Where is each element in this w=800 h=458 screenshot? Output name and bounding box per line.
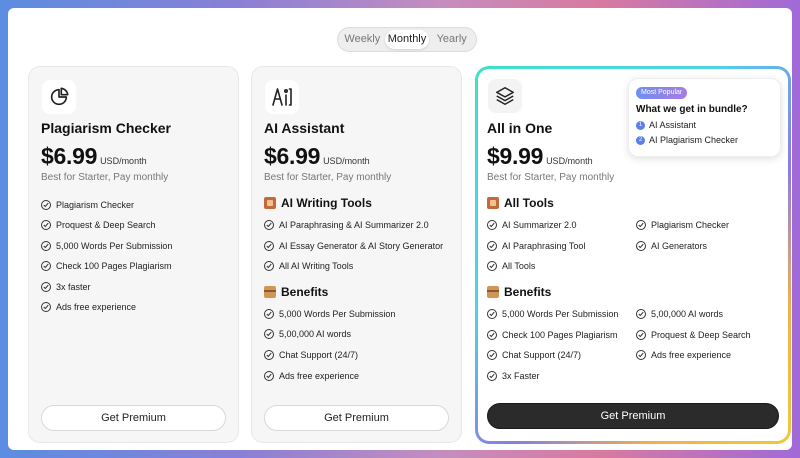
check-circle-icon — [487, 261, 497, 271]
layers-icon — [488, 79, 522, 113]
billing-period-toggle: Weekly Monthly Yearly — [337, 27, 477, 52]
bundle-title: What we get in bundle? — [636, 104, 748, 115]
period-monthly[interactable]: Monthly — [384, 30, 430, 49]
feature-item: Ads free experience — [264, 371, 359, 381]
plan-card-all-in-one-border: All in One $9.99 USD/month Best for Star… — [475, 66, 791, 444]
check-circle-icon — [636, 330, 646, 340]
pie-chart-icon — [42, 80, 76, 114]
get-premium-button[interactable]: Get Premium — [41, 405, 226, 431]
feature-item: 5,000 Words Per Submission — [264, 309, 395, 319]
price-unit: USD/month — [100, 156, 147, 166]
plan-subtitle: Best for Starter, Pay monthly — [41, 172, 169, 183]
feature-item: 5,000 Words Per Submission — [41, 241, 172, 251]
plan-subtitle: Best for Starter, Pay monthly — [487, 172, 615, 183]
bundle-item: 2 AI Plagiarism Checker — [636, 135, 738, 145]
feature-item: 5,000 Words Per Submission — [487, 309, 618, 319]
price-unit: USD/month — [546, 156, 593, 166]
bundle-item: 1 AI Assistant — [636, 120, 696, 130]
section-heading: Benefits — [264, 285, 328, 299]
feature-item: AI Paraphrasing Tool — [487, 241, 585, 251]
plan-card-plagiarism-checker: Plagiarism Checker $6.99 USD/month Best … — [28, 66, 239, 443]
check-circle-icon — [636, 350, 646, 360]
check-circle-icon — [264, 329, 274, 339]
price-unit: USD/month — [323, 156, 370, 166]
check-circle-icon — [264, 309, 274, 319]
section-heading: All Tools — [487, 196, 554, 210]
check-circle-icon — [487, 220, 497, 230]
check-circle-icon — [487, 330, 497, 340]
check-circle-icon — [264, 371, 274, 381]
check-circle-icon — [41, 261, 51, 271]
check-circle-icon — [487, 241, 497, 251]
box-icon — [487, 286, 499, 298]
price-amount: $6.99 — [264, 143, 321, 169]
feature-item: Plagiarism Checker — [41, 200, 134, 210]
plan-title: AI Assistant — [264, 120, 345, 136]
feature-item: AI Generators — [636, 241, 707, 251]
check-circle-icon — [487, 350, 497, 360]
check-circle-icon — [41, 200, 51, 210]
check-circle-icon — [487, 309, 497, 319]
plan-price: $6.99 USD/month — [41, 143, 147, 170]
ai-text-icon — [265, 80, 299, 114]
check-circle-icon — [264, 241, 274, 251]
price-amount: $6.99 — [41, 143, 98, 169]
check-circle-icon — [264, 261, 274, 271]
feature-item: Proquest & Deep Search — [636, 330, 751, 340]
book-icon — [264, 197, 276, 209]
check-circle-icon — [41, 241, 51, 251]
check-circle-icon — [41, 302, 51, 312]
plan-subtitle: Best for Starter, Pay monthly — [264, 172, 392, 183]
book-icon — [487, 197, 499, 209]
most-popular-badge: Most Popular — [636, 87, 688, 99]
plan-price: $6.99 USD/month — [264, 143, 370, 170]
plan-title: Plagiarism Checker — [41, 120, 171, 136]
feature-item: Proquest & Deep Search — [41, 220, 156, 230]
check-circle-icon — [636, 241, 646, 251]
feature-item: Plagiarism Checker — [636, 220, 729, 230]
price-amount: $9.99 — [487, 143, 544, 169]
check-circle-icon — [636, 309, 646, 319]
period-weekly[interactable]: Weekly — [340, 30, 385, 49]
plan-card-all-in-one: All in One $9.99 USD/month Best for Star… — [478, 69, 788, 441]
plan-card-ai-assistant: AI Assistant $6.99 USD/month Best for St… — [251, 66, 462, 443]
box-icon — [264, 286, 276, 298]
check-circle-icon — [487, 371, 497, 381]
feature-item: Chat Support (24/7) — [487, 350, 581, 360]
feature-item: Ads free experience — [636, 350, 731, 360]
feature-item: 5,00,000 AI words — [264, 329, 351, 339]
feature-item: AI Paraphrasing & AI Summarizer 2.0 — [264, 220, 429, 230]
check-circle-icon — [264, 350, 274, 360]
feature-item: All AI Writing Tools — [264, 261, 353, 271]
feature-item: Check 100 Pages Plagiarism — [41, 261, 172, 271]
plan-price: $9.99 USD/month — [487, 143, 593, 170]
get-premium-button[interactable]: Get Premium — [264, 405, 449, 431]
bundle-info-box: Most Popular What we get in bundle? 1 AI … — [628, 78, 781, 157]
number-badge: 1 — [636, 120, 645, 130]
feature-item: 3x Faster — [487, 371, 540, 381]
period-yearly[interactable]: Yearly — [429, 30, 474, 49]
check-circle-icon — [264, 220, 274, 230]
feature-item: Chat Support (24/7) — [264, 350, 358, 360]
feature-item: Ads free experience — [41, 302, 136, 312]
feature-item: 5,00,000 AI words — [636, 309, 723, 319]
feature-item: 3x faster — [41, 282, 91, 292]
check-circle-icon — [41, 220, 51, 230]
pricing-panel: Weekly Monthly Yearly Plagiarism Checker… — [8, 8, 792, 450]
feature-item: AI Summarizer 2.0 — [487, 220, 577, 230]
section-heading: AI Writing Tools — [264, 196, 372, 210]
check-circle-icon — [41, 282, 51, 292]
number-badge: 2 — [636, 135, 645, 145]
feature-item: All Tools — [487, 261, 535, 271]
feature-item: Check 100 Pages Plagiarism — [487, 330, 618, 340]
section-heading: Benefits — [487, 285, 551, 299]
plan-title: All in One — [487, 120, 553, 136]
get-premium-button[interactable]: Get Premium — [487, 403, 779, 429]
check-circle-icon — [636, 220, 646, 230]
feature-item: AI Essay Generator & AI Story Generator — [264, 241, 443, 251]
